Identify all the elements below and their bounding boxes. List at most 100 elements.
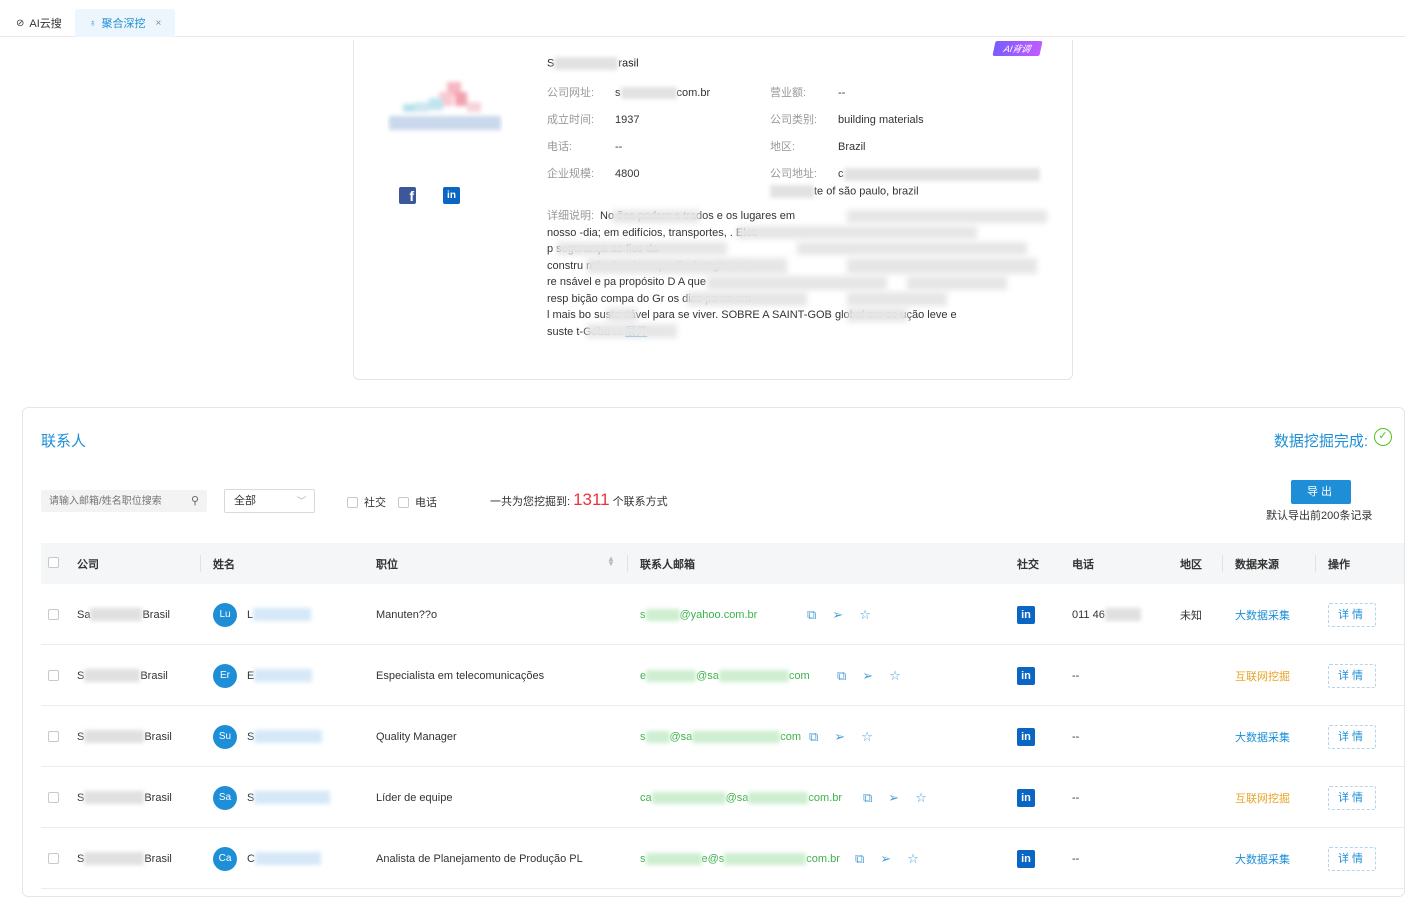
star-icon[interactable]: ☆ xyxy=(861,729,873,745)
bell-icon: ♁ xyxy=(89,17,97,29)
row-checkbox[interactable] xyxy=(48,853,59,864)
check-circle-icon: ✓ xyxy=(1374,428,1392,446)
linkedin-icon[interactable]: in xyxy=(1017,849,1035,868)
detail-button[interactable]: 详情 xyxy=(1328,663,1376,688)
tab-label: 聚合深挖 xyxy=(101,18,146,30)
table-row: S Brasil Ca C Analista de Planejamento de … xyxy=(41,828,1404,889)
phone-checkbox[interactable] xyxy=(398,496,409,508)
avatar: Ca xyxy=(213,846,237,871)
detail-button[interactable]: 详情 xyxy=(1328,846,1376,871)
send-icon[interactable]: ➢ xyxy=(832,607,843,623)
phone-cell: -- xyxy=(1072,791,1080,804)
send-icon[interactable]: ➢ xyxy=(834,729,845,745)
search-icon[interactable]: ⚲ xyxy=(191,494,199,507)
name-cell[interactable]: Su S xyxy=(213,706,323,767)
contacts-table: 公司 姓名 职位 ▲ ▼ 联系人邮箱 社交 电话 地区 数据来源 操作 Sa Bra… xyxy=(41,543,1404,889)
company-logo xyxy=(389,82,501,130)
send-icon[interactable]: ➢ xyxy=(862,668,873,684)
founded-field: 成立时间: 1937 xyxy=(547,114,640,126)
email-cell[interactable]: s @yahoo.com.br xyxy=(640,584,757,645)
row-checkbox[interactable] xyxy=(48,731,59,742)
table-row: Sa Brasil Lu L Manuten??o s @yahoo.com.br ⧉… xyxy=(41,584,1404,645)
send-icon[interactable]: ➢ xyxy=(888,790,899,806)
row-checkbox[interactable] xyxy=(48,609,59,620)
star-icon[interactable]: ☆ xyxy=(889,668,901,684)
copy-icon[interactable]: ⧉ xyxy=(863,790,872,806)
tab-bar: ⊘ AI云搜 ♁ 聚合深挖 × xyxy=(0,0,1405,37)
close-icon[interactable]: × xyxy=(156,18,162,29)
detail-button[interactable]: 详情 xyxy=(1328,724,1376,749)
filter-select[interactable]: 全部 ﹀ xyxy=(224,489,315,513)
facebook-icon[interactable]: f xyxy=(399,187,416,204)
star-icon[interactable]: ☆ xyxy=(907,851,919,867)
phone-cell: -- xyxy=(1072,730,1080,743)
linkedin-icon[interactable]: in xyxy=(1017,788,1035,807)
ai-icon: ⊘ xyxy=(16,17,25,29)
copy-icon[interactable]: ⧉ xyxy=(837,668,846,684)
email-cell[interactable]: e @sa com xyxy=(640,645,810,706)
website-value[interactable]: com.br xyxy=(677,87,711,99)
tab-ai-search[interactable]: ⊘ AI云搜 xyxy=(2,9,76,37)
company-cell: Sa Brasil xyxy=(77,608,170,621)
avatar: Su xyxy=(213,724,237,749)
export-note: 默认导出前200条记录 xyxy=(1266,510,1373,522)
table-row: S Brasil Su S Quality Manager s @sa com ⧉ ➢ … xyxy=(41,706,1404,767)
source-cell: 大数据采集 xyxy=(1235,609,1290,622)
search-input[interactable] xyxy=(41,490,181,512)
phone-field: 电话: -- xyxy=(547,141,623,153)
ai-background-check-badge[interactable]: AI背调 xyxy=(992,41,1043,56)
company-description: 详细说明: No ões podem s trados e os lugares… xyxy=(547,208,1047,340)
website-field: 公司网址: s com.br xyxy=(547,87,711,100)
position-cell: Manuten??o xyxy=(376,608,438,621)
company-cell: S Brasil xyxy=(77,791,172,804)
company-cell: S Brasil xyxy=(77,669,168,682)
copy-icon[interactable]: ⧉ xyxy=(807,607,816,623)
category-field: 公司类别: building materials xyxy=(770,114,924,126)
region-cell: 未知 xyxy=(1180,609,1202,622)
select-all-checkbox[interactable] xyxy=(48,556,59,568)
email-cell[interactable]: s @sa com xyxy=(640,706,801,767)
tab-label: AI云搜 xyxy=(29,18,62,30)
linkedin-icon[interactable]: in xyxy=(1017,666,1035,685)
contact-count: 一共为您挖掘到: 1311 个联系方式 xyxy=(490,490,668,509)
copy-icon[interactable]: ⧉ xyxy=(809,729,818,745)
detail-button[interactable]: 详情 xyxy=(1328,785,1376,810)
position-cell: Líder de equipe xyxy=(376,791,453,804)
row-checkbox[interactable] xyxy=(48,670,59,681)
linkedin-icon[interactable]: in xyxy=(1017,605,1035,624)
star-icon[interactable]: ☆ xyxy=(859,607,871,623)
mining-done-label: 数据挖掘完成: xyxy=(1273,433,1368,450)
source-cell: 大数据采集 xyxy=(1235,731,1290,744)
revenue-field: 营业额: -- xyxy=(770,87,846,99)
region-field: 地区: Brazil xyxy=(770,141,866,153)
detail-button[interactable]: 详情 xyxy=(1328,602,1376,627)
social-filter[interactable]: 社交 xyxy=(347,494,386,510)
company-name: Srasil xyxy=(547,57,639,70)
social-checkbox[interactable] xyxy=(347,496,358,508)
send-icon[interactable]: ➢ xyxy=(880,851,891,867)
name-cell[interactable]: Er E xyxy=(213,645,313,706)
phone-filter[interactable]: 电话 xyxy=(398,494,437,510)
table-row: S Brasil Sa S Líder de equipe ca @sa com.br … xyxy=(41,767,1404,828)
sort-icon[interactable]: ▲ ▼ xyxy=(607,555,615,568)
table-row: S Brasil Er E Especialista em telecomunica… xyxy=(41,645,1404,706)
avatar: Er xyxy=(213,663,237,688)
email-cell[interactable]: s e@s com.br xyxy=(640,828,840,889)
linkedin-icon[interactable]: in xyxy=(1017,727,1035,746)
avatar: Lu xyxy=(213,602,237,627)
name-cell[interactable]: Sa S xyxy=(213,767,331,828)
email-cell[interactable]: ca @sa com.br xyxy=(640,767,842,828)
name-cell[interactable]: Lu L xyxy=(213,584,312,645)
export-button[interactable]: 导出 xyxy=(1291,480,1351,504)
linkedin-icon[interactable]: in xyxy=(443,187,460,204)
row-checkbox[interactable] xyxy=(48,792,59,803)
company-cell: S Brasil xyxy=(77,852,172,865)
tab-deep-mining[interactable]: ♁ 聚合深挖 × xyxy=(75,9,176,37)
phone-cell: -- xyxy=(1072,852,1080,865)
contacts-panel: 联系人 数据挖掘完成: ✓ ⚲ 全部 ﹀ 社交 电话 一共为您挖掘到:1311个… xyxy=(22,407,1405,897)
panel-title: 联系人 xyxy=(41,433,87,450)
position-cell: Analista de Planejamento de Produção PL xyxy=(376,852,583,865)
star-icon[interactable]: ☆ xyxy=(915,790,927,806)
copy-icon[interactable]: ⧉ xyxy=(855,851,864,867)
name-cell[interactable]: Ca C xyxy=(213,828,321,889)
